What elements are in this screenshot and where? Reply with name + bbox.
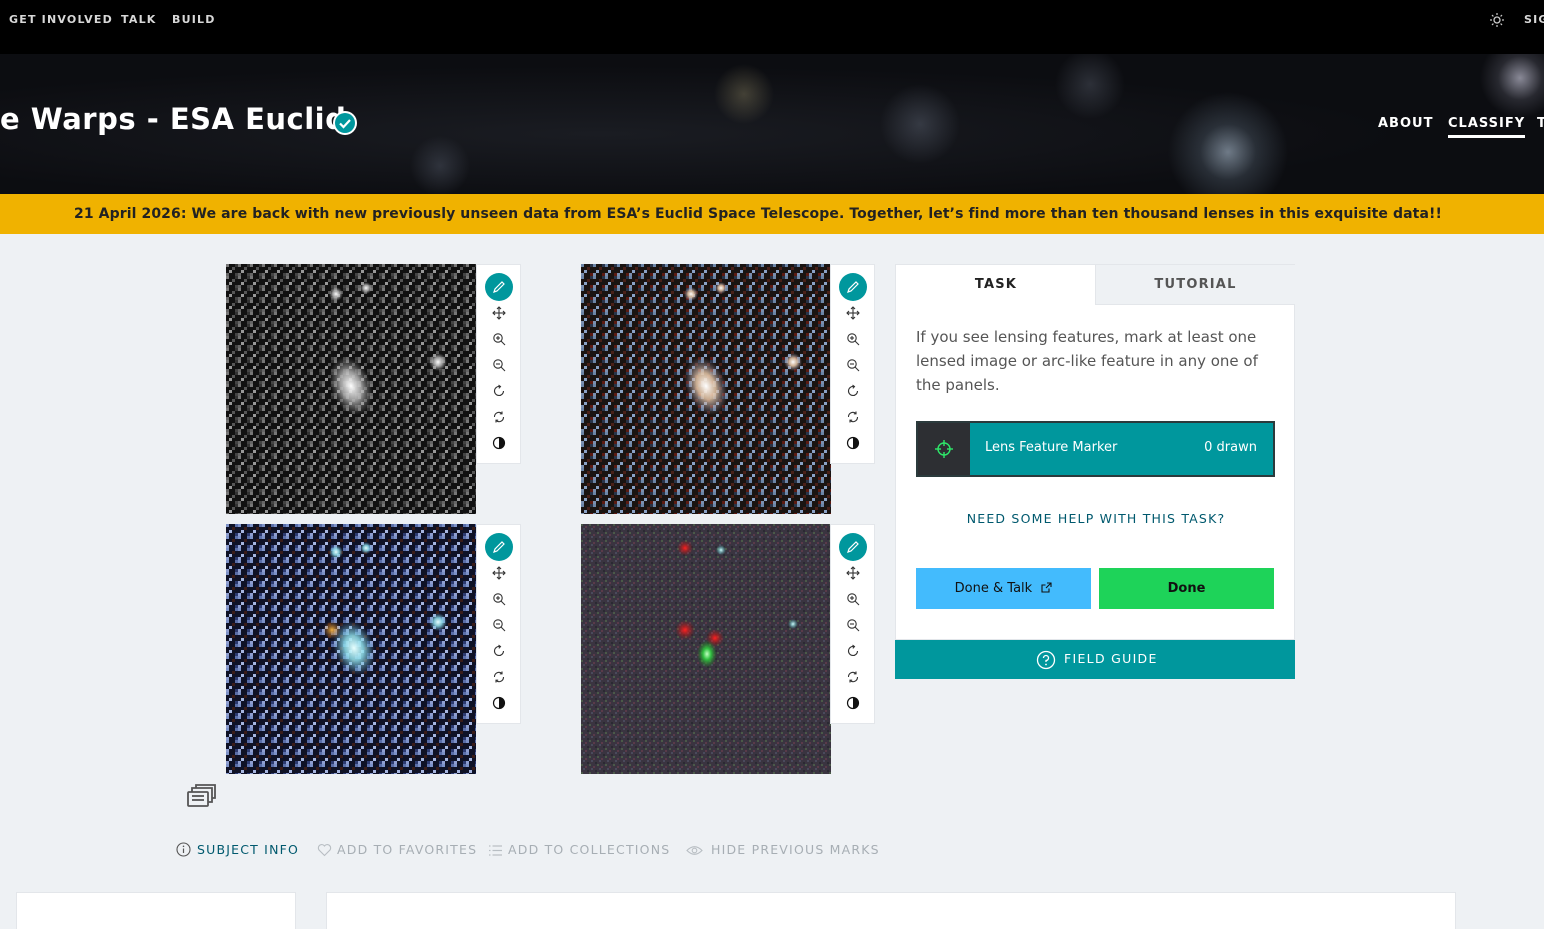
subject-info-button[interactable]: SUBJECT INFO: [176, 842, 299, 860]
question-circle-icon: [1036, 650, 1056, 670]
info-icon: [176, 842, 191, 860]
zoom-out-icon[interactable]: [843, 355, 863, 375]
project-nav-classify[interactable]: CLASSIFY: [1448, 116, 1526, 138]
tab-tutorial[interactable]: TUTORIAL: [1095, 265, 1295, 305]
tab-task[interactable]: TASK: [896, 265, 1096, 305]
subject-image-4[interactable]: [581, 524, 831, 774]
invert-icon[interactable]: [843, 433, 863, 453]
zoom-in-icon[interactable]: [489, 589, 509, 609]
field-guide-label: FIELD GUIDE: [1064, 651, 1158, 666]
image-toolbar: [476, 264, 521, 464]
pencil-icon[interactable]: [485, 533, 513, 561]
external-link-icon: [1041, 569, 1052, 610]
pencil-icon[interactable]: [839, 533, 867, 561]
invert-icon[interactable]: [843, 693, 863, 713]
zoom-in-icon[interactable]: [843, 589, 863, 609]
task-panel: TASK TUTORIAL If you see lensing feature…: [895, 264, 1295, 640]
invert-icon[interactable]: [489, 693, 509, 713]
rotate-icon[interactable]: [843, 641, 863, 661]
add-to-collections-button[interactable]: ADD TO COLLECTIONS: [488, 842, 670, 860]
done-and-talk-label: Done & Talk: [954, 581, 1033, 596]
zoom-in-icon[interactable]: [489, 329, 509, 349]
pencil-icon[interactable]: [485, 273, 513, 301]
move-icon[interactable]: [843, 563, 863, 583]
reset-icon[interactable]: [843, 667, 863, 687]
project-header: e Warps - ESA Euclid ABOUT CLASSIFY T: [0, 54, 1544, 194]
marker-count: 0 drawn: [1204, 440, 1257, 455]
heart-icon: [317, 843, 332, 860]
nav-get-involved[interactable]: GET INVOLVED: [9, 13, 113, 26]
subject-image-1[interactable]: [226, 264, 476, 514]
reset-icon[interactable]: [489, 407, 509, 427]
subject-image-3[interactable]: [226, 524, 476, 774]
bottom-card-left: [16, 892, 296, 929]
task-instruction: If you see lensing features, mark at lea…: [916, 328, 1258, 394]
bottom-card-right: [326, 892, 1456, 929]
crosshair-icon: [918, 423, 970, 475]
reset-icon[interactable]: [489, 667, 509, 687]
project-nav-talk[interactable]: T: [1537, 116, 1544, 131]
eye-icon: [686, 844, 703, 860]
add-to-favorites-label: ADD TO FAVORITES: [337, 842, 478, 857]
project-nav-about[interactable]: ABOUT: [1378, 116, 1433, 131]
move-icon[interactable]: [489, 303, 509, 323]
hide-previous-marks-label: HIDE PREVIOUS MARKS: [711, 842, 880, 857]
done-button[interactable]: Done: [1099, 568, 1274, 609]
image-toolbar: [476, 524, 521, 724]
image-toolbar: [830, 524, 875, 724]
hide-previous-marks-button[interactable]: HIDE PREVIOUS MARKS: [686, 842, 880, 860]
list-icon: [488, 844, 503, 860]
rotate-icon[interactable]: [489, 641, 509, 661]
done-and-talk-button[interactable]: Done & Talk: [916, 568, 1091, 609]
announcement-text: 21 April 2026: We are back with new prev…: [74, 206, 1442, 222]
field-guide-button[interactable]: FIELD GUIDE: [895, 640, 1295, 679]
sign-in-link[interactable]: SIG: [1524, 13, 1544, 26]
zoom-out-icon[interactable]: [489, 615, 509, 635]
pencil-icon[interactable]: [839, 273, 867, 301]
task-help-link[interactable]: NEED SOME HELP WITH THIS TASK?: [896, 511, 1296, 526]
move-icon[interactable]: [489, 563, 509, 583]
reset-icon[interactable]: [843, 407, 863, 427]
add-to-collections-label: ADD TO COLLECTIONS: [508, 842, 671, 857]
invert-icon[interactable]: [489, 433, 509, 453]
nav-build[interactable]: BUILD: [172, 13, 216, 26]
move-icon[interactable]: [843, 303, 863, 323]
top-navigation: GET INVOLVED TALK BUILD SIG: [0, 0, 1544, 54]
sun-icon[interactable]: [1489, 12, 1505, 28]
check-badge-icon: [333, 111, 357, 135]
subject-info-label: SUBJECT INFO: [197, 842, 300, 857]
zoom-in-icon[interactable]: [843, 329, 863, 349]
rotate-icon[interactable]: [843, 381, 863, 401]
add-to-favorites-button[interactable]: ADD TO FAVORITES: [317, 842, 477, 860]
nav-talk[interactable]: TALK: [121, 13, 157, 26]
image-toolbar: [830, 264, 875, 464]
rotate-icon[interactable]: [489, 381, 509, 401]
zoom-out-icon[interactable]: [843, 615, 863, 635]
subject-image-2[interactable]: [581, 264, 831, 514]
lens-feature-marker-tool[interactable]: Lens Feature Marker 0 drawn: [916, 421, 1275, 477]
zoom-out-icon[interactable]: [489, 355, 509, 375]
flipbook-icon[interactable]: [186, 783, 216, 809]
marker-label: Lens Feature Marker: [985, 440, 1118, 455]
announcement-banner: 21 April 2026: We are back with new prev…: [0, 194, 1544, 234]
project-title[interactable]: e Warps - ESA Euclid: [0, 102, 346, 136]
